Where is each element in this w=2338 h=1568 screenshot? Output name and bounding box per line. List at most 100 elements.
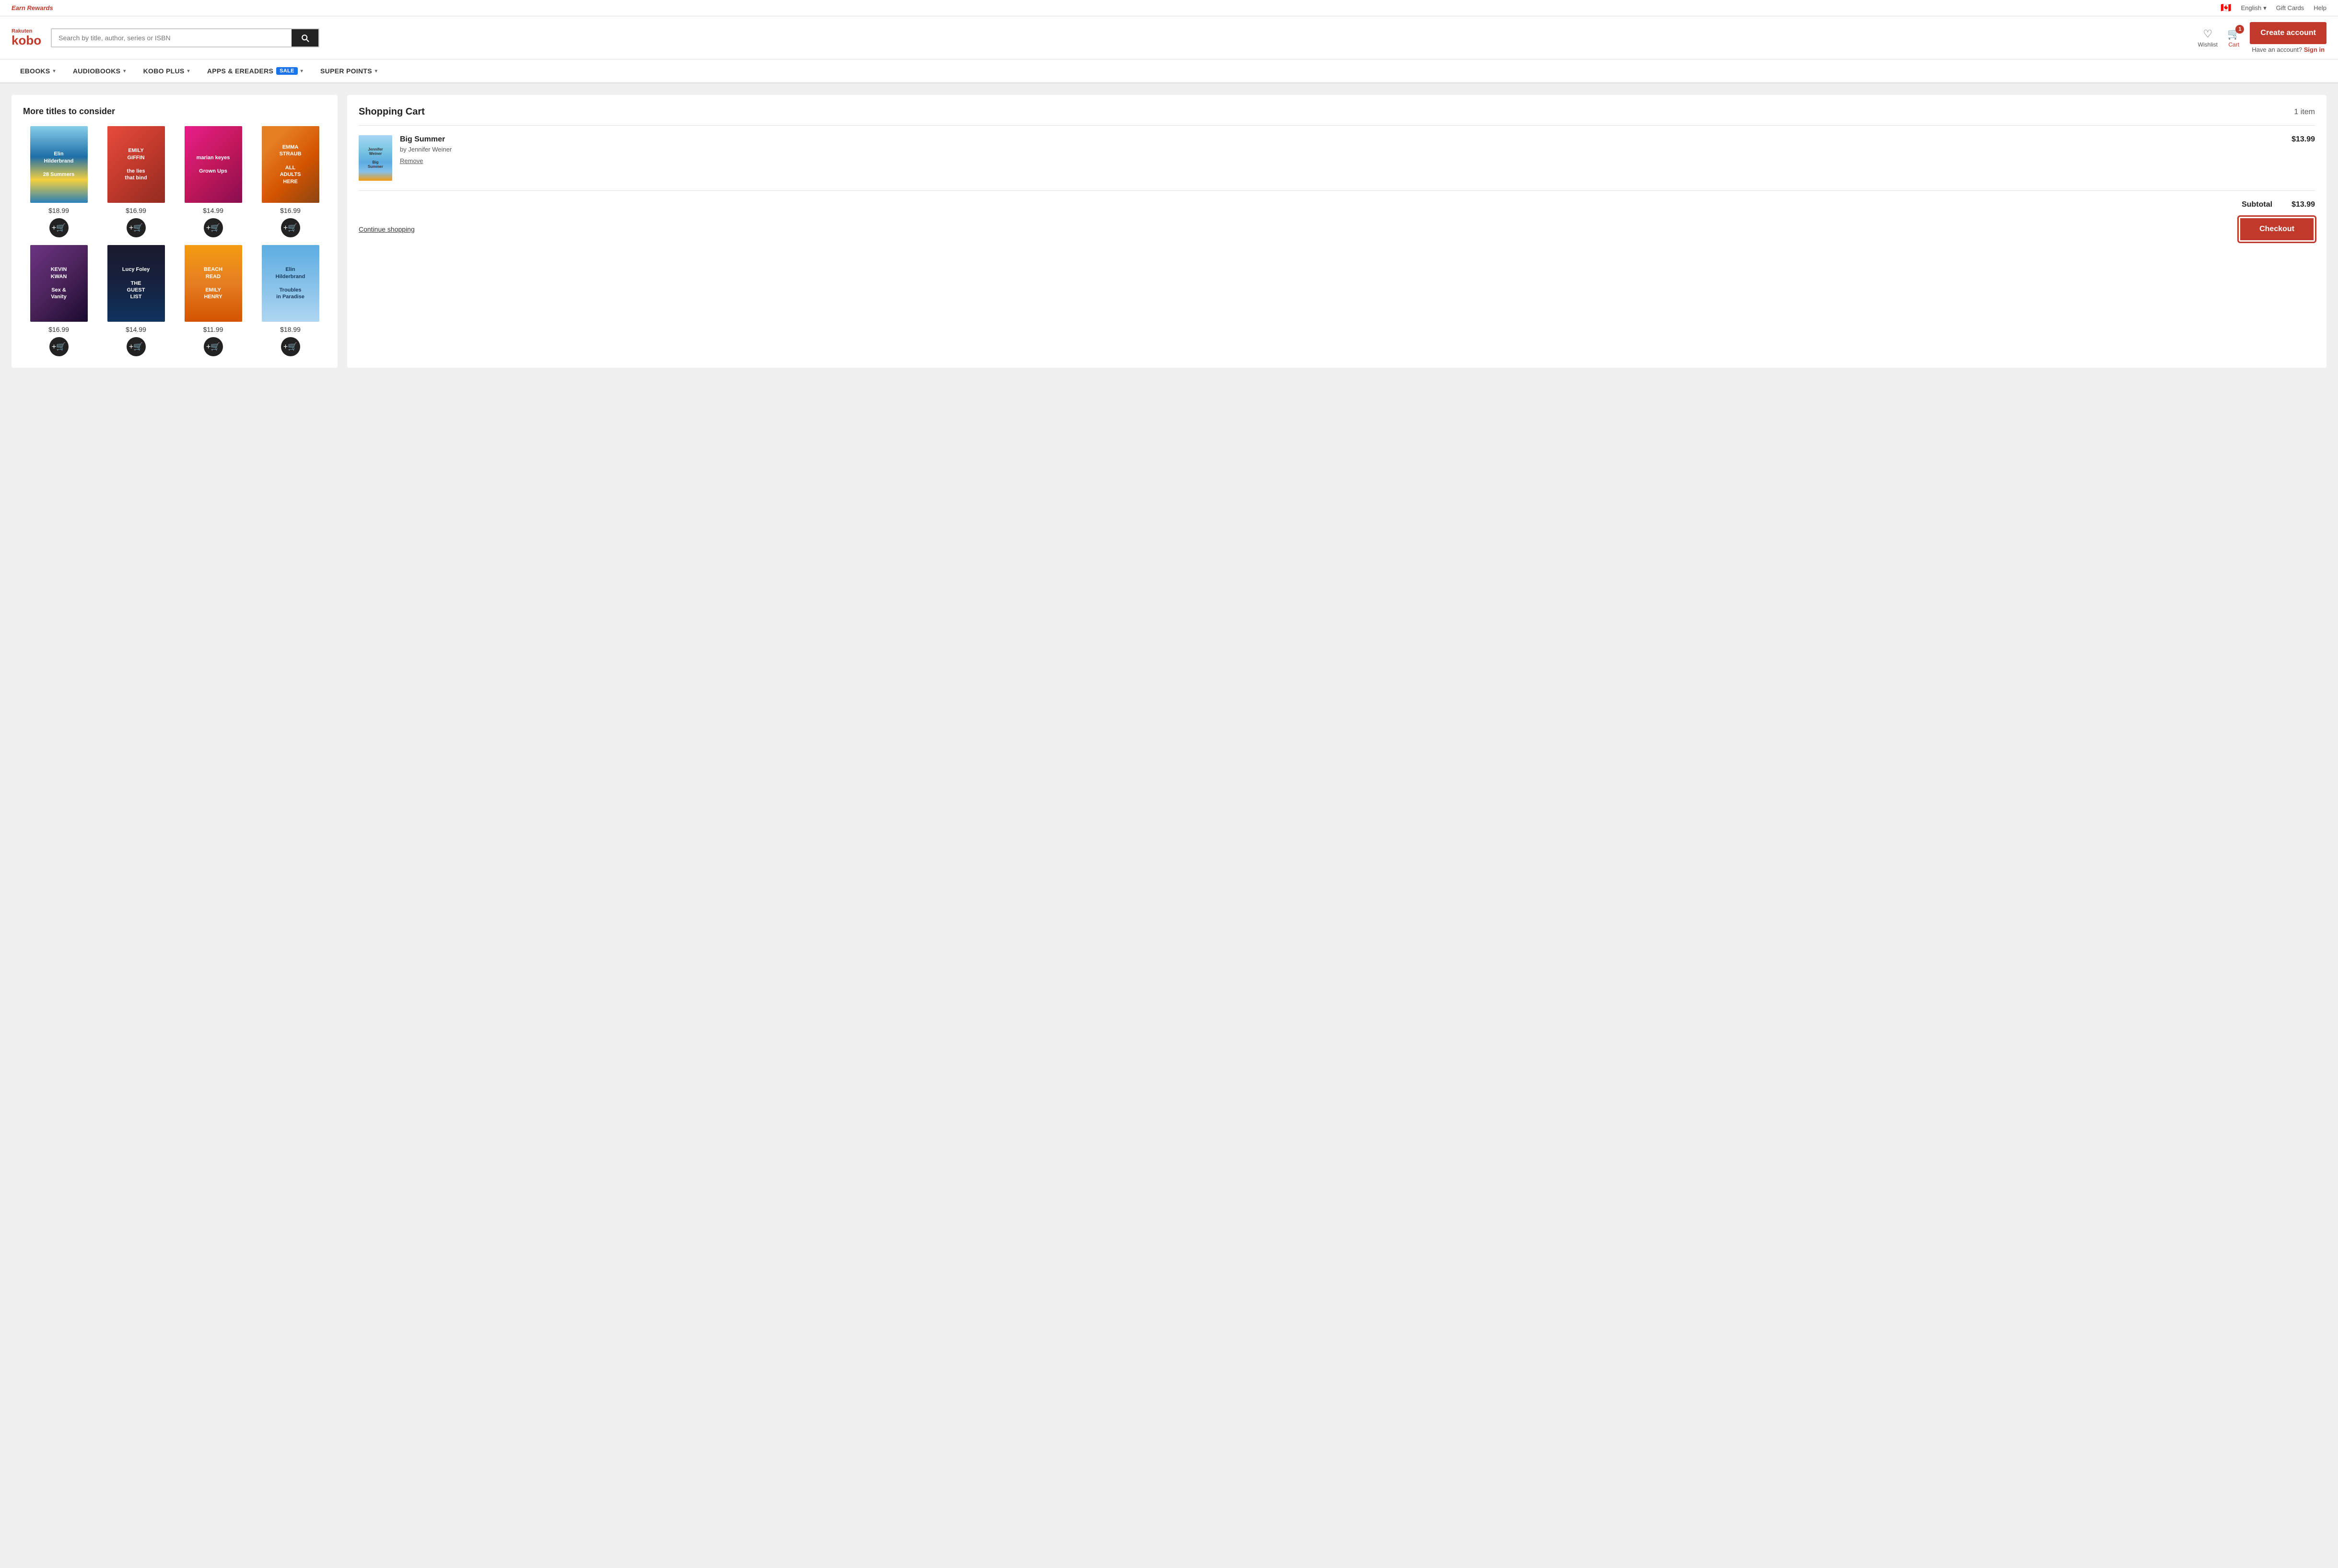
chevron-down-icon: ▾ <box>301 69 303 74</box>
add-to-cart-alladults[interactable]: +🛒 <box>281 218 300 237</box>
book-price-sexvanity: $16.99 <box>48 326 69 333</box>
cart-actions: Continue shopping Checkout <box>359 217 2315 242</box>
cart-item: JenniferWeinerBigSummer Big Summer by Je… <box>359 135 2315 181</box>
book-cover-sexvanity[interactable]: KEVINKWANSex &Vanity <box>30 245 88 322</box>
plus-cart-icon: +🛒 <box>52 223 66 233</box>
nav-apps-label: APPS & eREADERS <box>207 67 273 75</box>
search-button[interactable] <box>292 29 318 47</box>
earn-rewards: Earn Rewards <box>12 4 53 12</box>
have-account-text: Have an account? <box>2252 46 2302 53</box>
create-account-button[interactable]: Create account <box>2250 22 2326 44</box>
sign-in-link[interactable]: Sign in <box>2304 46 2325 53</box>
language-label: English <box>2241 4 2262 12</box>
sign-in-section: Have an account? Sign in <box>2250 46 2326 53</box>
nav-item-superpoints[interactable]: SUPER POINTS ▾ <box>312 59 386 82</box>
account-section: Create account Have an account? Sign in <box>2250 22 2326 53</box>
cart-item-details: Big Summer by Jennifer Weiner Remove <box>400 135 2284 164</box>
checkout-button[interactable]: Checkout <box>2239 217 2315 242</box>
book-price-lies: $16.99 <box>126 207 146 214</box>
cart-header: Shopping Cart 1 item <box>359 106 2315 126</box>
book-item-guestlist: Lucy FoleyTHEGUESTLIST $14.99 +🛒 <box>100 245 172 356</box>
plus-cart-icon: +🛒 <box>283 223 297 233</box>
book-cover-guestlist[interactable]: Lucy FoleyTHEGUESTLIST <box>107 245 165 322</box>
chevron-down-icon: ▾ <box>123 69 126 74</box>
header-actions: ♡ Wishlist 🛒 1 Cart Create account Have … <box>2198 22 2326 53</box>
nav-ebooks-label: eBOOKS <box>20 67 50 75</box>
plus-cart-icon: +🛒 <box>206 342 220 351</box>
canada-flag-icon: 🇨🇦 <box>2221 3 2231 13</box>
search-input[interactable] <box>52 29 292 47</box>
chevron-down-icon: ▾ <box>375 69 377 74</box>
cart-title: Shopping Cart <box>359 106 425 117</box>
add-to-cart-troubles[interactable]: +🛒 <box>281 337 300 356</box>
nav-item-audiobooks[interactable]: AUDIOBOOKS ▾ <box>64 59 135 82</box>
cart-book-cover: JenniferWeinerBigSummer <box>359 135 392 181</box>
plus-cart-icon: +🛒 <box>52 342 66 351</box>
book-item-sexvanity: KEVINKWANSex &Vanity $16.99 +🛒 <box>23 245 94 356</box>
book-item-troubles: ElinHilderbrandTroublesin Paradise $18.9… <box>255 245 326 356</box>
cart-book-cover-img: JenniferWeinerBigSummer <box>359 135 392 181</box>
add-to-cart-guestlist[interactable]: +🛒 <box>127 337 146 356</box>
section-title: More titles to consider <box>23 106 326 117</box>
book-cover-28summers[interactable]: ElinHilderbrand28 Summers <box>30 126 88 203</box>
add-to-cart-28summers[interactable]: +🛒 <box>49 218 69 237</box>
book-price-guestlist: $14.99 <box>126 326 146 333</box>
chevron-down-icon: ▾ <box>187 69 190 74</box>
plus-cart-icon: +🛒 <box>283 342 297 351</box>
nav-item-ebooks[interactable]: eBOOKS ▾ <box>12 59 64 82</box>
book-cover-troubles[interactable]: ElinHilderbrandTroublesin Paradise <box>262 245 319 322</box>
book-cover-lies[interactable]: EMILYGIFFINthe liesthat bind <box>107 126 165 203</box>
wishlist-button[interactable]: ♡ Wishlist <box>2198 28 2218 48</box>
book-item-lies: EMILYGIFFINthe liesthat bind $16.99 +🛒 <box>100 126 172 237</box>
book-item-beachread: BEACHREADEMILYHENRY $11.99 +🛒 <box>177 245 249 356</box>
nav-koboplus-label: KOBO PLUS <box>143 67 185 75</box>
cart-subtotal: Subtotal $13.99 <box>359 190 2315 209</box>
subtotal-value: $13.99 <box>2291 200 2315 209</box>
cart-badge: 1 <box>2235 25 2244 34</box>
help-link[interactable]: Help <box>2314 4 2326 12</box>
nav-item-apps[interactable]: APPS & eREADERS SALE ▾ <box>199 59 312 82</box>
left-panel: More titles to consider ElinHilderbrand2… <box>12 95 338 368</box>
book-cover-grownups[interactable]: marian keyesGrown Ups <box>185 126 242 203</box>
heart-icon: ♡ <box>2203 28 2212 40</box>
search-icon <box>300 33 310 43</box>
cart-button[interactable]: 🛒 1 Cart <box>2227 28 2240 48</box>
add-to-cart-lies[interactable]: +🛒 <box>127 218 146 237</box>
book-cover-alladults[interactable]: EMMASTRAUBALLADULTSHERE <box>262 126 319 203</box>
cart-icon-wrap: 🛒 1 <box>2227 28 2240 40</box>
nav-superpoints-label: SUPER POINTS <box>320 67 372 75</box>
plus-cart-icon: +🛒 <box>129 342 143 351</box>
book-item-alladults: EMMASTRAUBALLADULTSHERE $16.99 +🛒 <box>255 126 326 237</box>
logo-kobo: kobo <box>12 34 41 47</box>
logo[interactable]: Rakuten kobo <box>12 29 41 47</box>
header: Rakuten kobo ♡ Wishlist 🛒 1 Cart Create … <box>0 16 2338 59</box>
chevron-down-icon: ▾ <box>2263 4 2267 12</box>
cart-item-title: Big Summer <box>400 135 2284 144</box>
gift-cards-link[interactable]: Gift Cards <box>2276 4 2304 12</box>
plus-cart-icon: +🛒 <box>129 223 143 233</box>
nav-audiobooks-label: AUDIOBOOKS <box>73 67 120 75</box>
book-price-28summers: $18.99 <box>48 207 69 214</box>
top-bar: Earn Rewards 🇨🇦 English ▾ Gift Cards Hel… <box>0 0 2338 16</box>
wishlist-label: Wishlist <box>2198 41 2218 48</box>
add-to-cart-beachread[interactable]: +🛒 <box>204 337 223 356</box>
language-selector[interactable]: English ▾ <box>2241 4 2267 12</box>
continue-shopping-button[interactable]: Continue shopping <box>359 225 415 233</box>
book-item-28summers: ElinHilderbrand28 Summers $18.99 +🛒 <box>23 126 94 237</box>
books-grid: ElinHilderbrand28 Summers $18.99 +🛒 EMIL… <box>23 126 326 356</box>
book-price-troubles: $18.99 <box>280 326 301 333</box>
main-content: More titles to consider ElinHilderbrand2… <box>0 83 2338 379</box>
add-to-cart-sexvanity[interactable]: +🛒 <box>49 337 69 356</box>
right-panel: Shopping Cart 1 item JenniferWeinerBigSu… <box>347 95 2326 368</box>
subtotal-label: Subtotal <box>2242 200 2272 209</box>
book-price-alladults: $16.99 <box>280 207 301 214</box>
plus-cart-icon: +🛒 <box>206 223 220 233</box>
nav-item-koboplus[interactable]: KOBO PLUS ▾ <box>135 59 199 82</box>
book-price-beachread: $11.99 <box>203 326 223 333</box>
search-bar <box>51 28 319 47</box>
cart-label: Cart <box>2228 41 2239 48</box>
cart-item-author: by Jennifer Weiner <box>400 146 2284 153</box>
book-cover-beachread[interactable]: BEACHREADEMILYHENRY <box>185 245 242 322</box>
add-to-cart-grownups[interactable]: +🛒 <box>204 218 223 237</box>
cart-item-remove-button[interactable]: Remove <box>400 157 423 164</box>
